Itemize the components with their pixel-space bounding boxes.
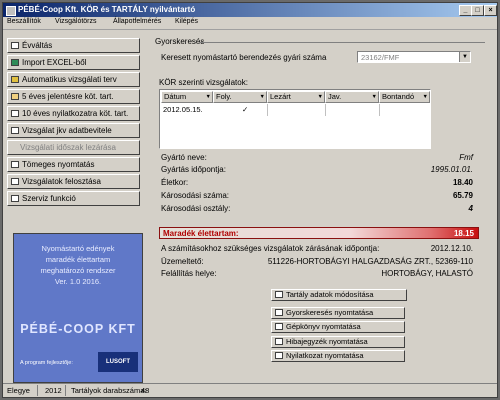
main-window: PÉBÉ-Coop Kft. KÖR és TARTÁLY nyilvántar… (2, 2, 498, 398)
col-jav[interactable]: Jav. ▼ (325, 91, 379, 103)
promo-banner: Nyomástartó edények maradék élettartam m… (13, 233, 143, 383)
remaining-lifetime-box: Maradék élettartam: 18.15 (159, 227, 479, 239)
damage-class-label: Károsodási osztály: (161, 204, 231, 213)
print-statement-button[interactable]: Nyilatkozat nyomtatása (271, 350, 405, 362)
grid-line (379, 104, 380, 116)
operator-value: 511226-HORTOBÁGYI HALGAZDASÁG ZRT., 5236… (267, 257, 473, 266)
excel-icon (11, 59, 19, 66)
grid-line (325, 104, 326, 116)
manufacturer-label: Gyártó neve: (161, 153, 207, 162)
remaining-lifetime-label: Maradék élettartam: (163, 229, 239, 238)
tank-count-value: 48 (141, 386, 150, 395)
quick-search-title: Gyorskeresés (155, 37, 205, 46)
manufacture-date-label: Gyártás időpontja: (161, 165, 226, 174)
sidebar-10-year-statement[interactable]: 10 éves nyilatkozatra köt. tart. (7, 106, 140, 121)
edit-icon (275, 291, 283, 298)
tools-icon (11, 195, 19, 202)
location-value: HORTOBÁGY, HALASTÓ (381, 269, 473, 278)
manufacturer-value: Fmf (459, 153, 473, 162)
sort-icon: ▼ (205, 94, 211, 100)
col-bontando[interactable]: Bontandó ▼ (379, 91, 430, 103)
sidebar-evvaltas[interactable]: Évváltás (7, 38, 140, 53)
printer-icon (11, 161, 19, 168)
status-separator (37, 385, 38, 396)
calc-date-label: A számításokhoz szükséges vizsgálatok zá… (161, 244, 380, 253)
print-error-list-button[interactable]: Hibajegyzék nyomtatása (271, 336, 405, 348)
row-date[interactable]: 2012.05.15. (163, 105, 203, 114)
tank-count-label: Tartályok darabszáma: (71, 386, 147, 395)
sidebar-inspection-data-entry[interactable]: Vizsgálat jkv adatbevitele (7, 123, 140, 138)
print-machine-book-button[interactable]: Gépkönyv nyomtatása (271, 321, 405, 333)
calendar-icon (11, 42, 19, 49)
section-divider (199, 42, 485, 43)
status-bar: Elegye 2012 Tartályok darabszáma: 48 (3, 383, 497, 398)
company-logo: PÉBÉ-COOP KFT (20, 322, 136, 336)
age-value: 18.40 (452, 178, 473, 187)
grid-line (267, 104, 268, 116)
document-icon (11, 110, 19, 117)
serial-search-label: Keresett nyomástartó berendezés gyári sz… (161, 53, 327, 62)
status-left: Elegye (7, 386, 30, 395)
maximize-button[interactable]: □ (471, 5, 484, 16)
promo-text: Nyomástartó edények maradék élettartam m… (40, 244, 116, 286)
printer-icon (275, 309, 283, 316)
status-year: 2012 (45, 386, 62, 395)
close-button[interactable]: × (484, 5, 497, 16)
sidebar-service[interactable]: Szerviz funkció (7, 191, 140, 206)
printer-icon (275, 323, 283, 330)
manufacture-date-value: 1995.01.01. (430, 165, 473, 174)
table-icon (11, 178, 19, 185)
menu-beszallitok[interactable]: Beszállítók (7, 18, 41, 25)
gear-icon (11, 76, 19, 83)
location-label: Felállítás helye: (161, 269, 217, 278)
age-label: Életkor: (161, 178, 189, 187)
sidebar-bulk-print[interactable]: Tömeges nyomtatás (7, 157, 140, 172)
damage-number-label: Károsodási száma: (161, 191, 230, 200)
sidebar-import-excel[interactable]: Import EXCEL-ből (7, 55, 140, 70)
row-lezart-check[interactable]: ✓ (242, 105, 248, 114)
sidebar-5-year-report[interactable]: 5 éves jelentésre köt. tart. (7, 89, 140, 104)
sidebar-split-inspections[interactable]: Vizsgálatok felosztása (7, 174, 140, 189)
pencil-icon (11, 93, 19, 100)
menu-bar: Beszállítók Vizsgálótörzs Állapotfelméré… (3, 17, 497, 30)
table-icon (11, 127, 19, 134)
sort-icon: ▼ (422, 94, 428, 100)
sort-icon: ▼ (259, 94, 265, 100)
chevron-down-icon[interactable]: ▼ (459, 52, 470, 62)
col-datum[interactable]: Dátum ▼ (161, 91, 213, 103)
developer-label: A program fejlesztője: (20, 360, 73, 366)
menu-allapotfelmeres[interactable]: Állapotfelmérés (113, 18, 161, 25)
status-separator (65, 385, 66, 396)
app-icon (6, 6, 16, 16)
sidebar-auto-plan[interactable]: Automatikus vizsgálati terv (7, 72, 140, 87)
serial-number-value: 23162/FMF (361, 53, 400, 62)
inspections-title: KÖR szerinti vizsgálatok: (159, 78, 248, 87)
title-bar: PÉBÉ-Coop Kft. KÖR és TARTÁLY nyilvántar… (3, 3, 497, 17)
sidebar-close-period[interactable]: Vizsgálati időszak lezárása (7, 140, 140, 155)
col-foly[interactable]: Foly. ▼ (213, 91, 267, 103)
operator-label: Üzemeltető: (161, 257, 204, 266)
col-lezart[interactable]: Lezárt ▼ (267, 91, 325, 103)
window-title: PÉBÉ-Coop Kft. KÖR és TARTÁLY nyilvántar… (18, 5, 196, 14)
remaining-lifetime-value: 18.15 (453, 229, 474, 238)
developer-logo: LUSOFT (98, 352, 138, 372)
sort-icon: ▼ (371, 94, 377, 100)
printer-icon (275, 338, 283, 345)
modify-tank-button[interactable]: Tartály adatok módosítása (271, 289, 407, 301)
inspections-table[interactable]: Dátum ▼ Foly. ▼ Lezárt ▼ Jav. ▼ Bontandó ▼ 20… (159, 89, 431, 149)
serial-number-select[interactable]: 23162/FMF ▼ (357, 51, 471, 63)
damage-number-value: 65.79 (452, 191, 473, 200)
damage-class-value: 4 (468, 204, 473, 213)
menu-vizsgalotorzs[interactable]: Vizsgálótörzs (55, 18, 97, 25)
menu-kilepes[interactable]: Kilépés (175, 18, 198, 25)
printer-icon (275, 352, 283, 359)
print-quick-search-button[interactable]: Gyorskeresés nyomtatása (271, 307, 405, 319)
sort-icon: ▼ (317, 94, 323, 100)
calc-date-value: 2012.12.10. (430, 244, 473, 253)
